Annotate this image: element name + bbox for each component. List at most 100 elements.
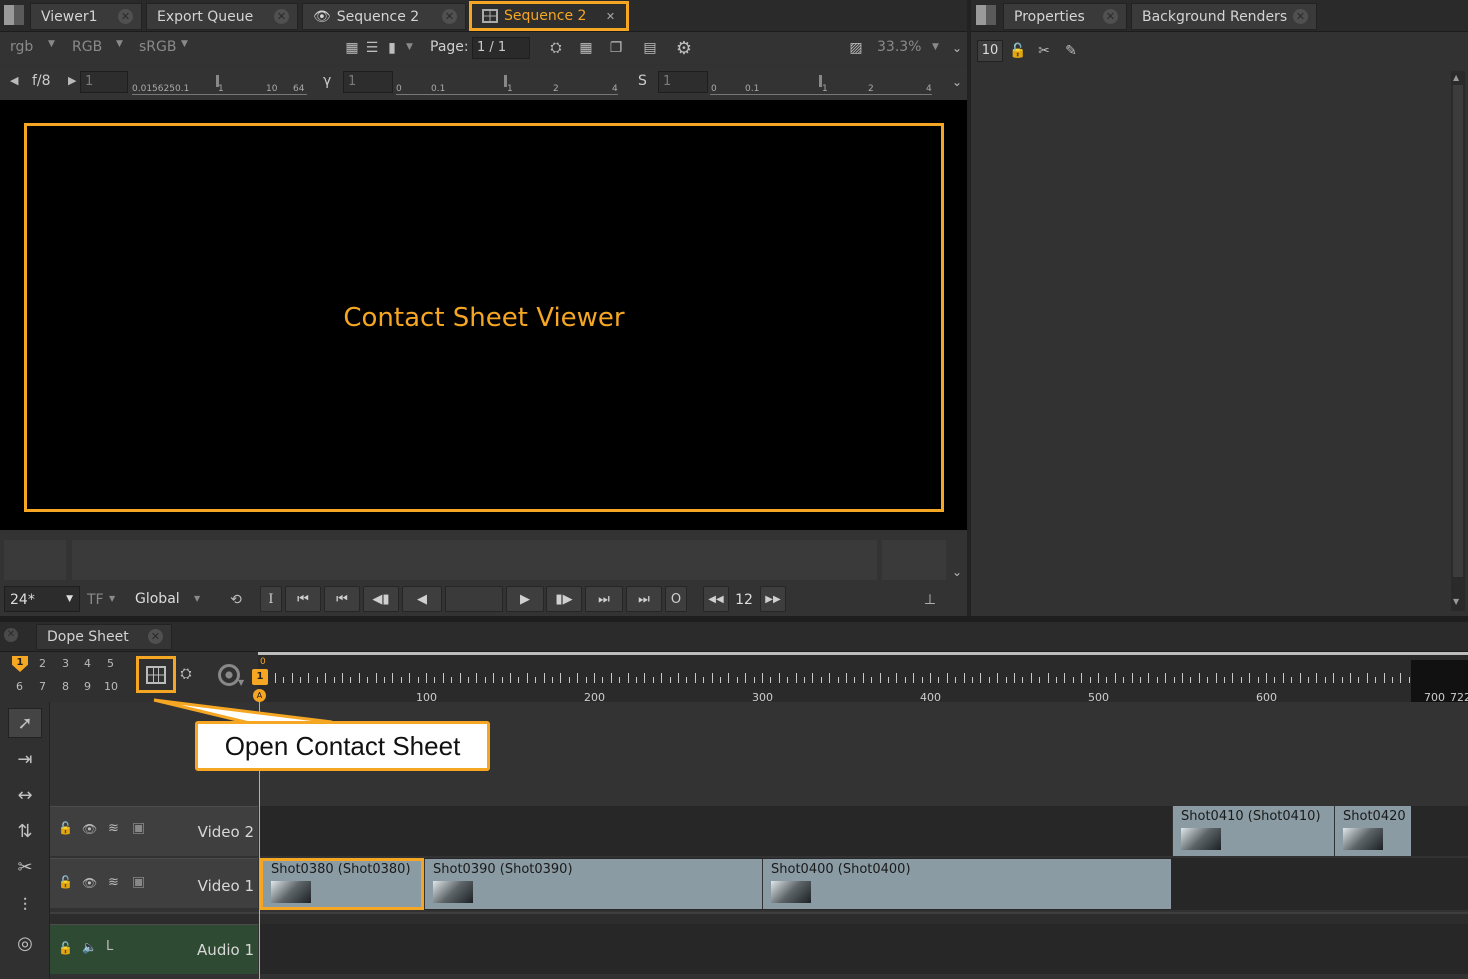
preset-9[interactable]: 9 (84, 680, 91, 693)
unlock-icon[interactable]: 🔓 (1008, 41, 1028, 61)
tab-background-renders[interactable]: Background Renders ✕ (1131, 3, 1317, 30)
pane-menu-icon[interactable] (976, 5, 996, 25)
stack-icon[interactable]: ❐ (606, 38, 626, 58)
list-icon[interactable]: ☰ (362, 38, 382, 58)
frame-icon[interactable]: ▤ (640, 38, 660, 58)
page-input[interactable]: 1 / 1 (472, 37, 530, 59)
contact-sheet-settings-icon[interactable]: ⛭ (176, 664, 196, 684)
in-point-button[interactable]: I (260, 586, 282, 612)
colorspace-dropdown[interactable]: sRGB (139, 39, 176, 55)
playhead-marker[interactable]: 1 (252, 669, 268, 685)
scope-dropdown[interactable]: Global (135, 591, 180, 607)
gear-icon[interactable]: ⚙ (674, 38, 694, 59)
grid-layout-icon[interactable]: ▦ (576, 38, 596, 58)
pencil-icon[interactable]: ✎ (1061, 41, 1081, 61)
frame-field[interactable] (445, 586, 503, 612)
tab-sequence-2-contact-sheet[interactable]: Sequence 2 ✕ (469, 1, 629, 31)
tab-properties[interactable]: Properties ✕ (1003, 3, 1127, 30)
saturation-input[interactable]: 1 (658, 71, 708, 93)
chevron-down-icon[interactable]: ▼ (406, 42, 413, 52)
play-forward-button[interactable]: ▶ (506, 586, 544, 612)
eye-icon[interactable]: 👁 (82, 876, 97, 890)
saturation-slider[interactable] (710, 71, 932, 95)
mask-icon[interactable]: ▨ (846, 38, 866, 58)
clear-panels-icon[interactable]: ✂ (1034, 41, 1054, 61)
expand-icon[interactable]: ⌄ (947, 562, 967, 582)
clip-shot0420[interactable]: Shot0420 (1334, 806, 1411, 856)
preset-7[interactable]: 7 (39, 680, 46, 693)
tab-sequence-2-viewer[interactable]: 👁 Sequence 2 ✕ (302, 3, 466, 30)
scroll-thumb[interactable] (1453, 85, 1463, 577)
blend-icon[interactable]: ▣ (132, 874, 145, 890)
tab-viewer1[interactable]: Viewer1 ✕ (30, 3, 142, 30)
max-panels-input[interactable]: 10 (977, 40, 1003, 62)
close-icon[interactable]: ✕ (4, 628, 18, 642)
select-tool[interactable]: ➚ (8, 708, 42, 738)
step-forward-button[interactable]: ▮▶ (546, 586, 582, 612)
scroll-up-icon[interactable]: ▲ (1453, 73, 1459, 82)
preset-5[interactable]: 5 (107, 657, 114, 670)
preset-10[interactable]: 10 (104, 680, 118, 693)
preset-4[interactable]: 4 (84, 657, 91, 670)
clip-shot0390[interactable]: Shot0390 (Shot0390) (424, 859, 762, 909)
timeline-ruler[interactable]: 100 200 300 400 500 600 700 722 0 1 A (252, 652, 1468, 704)
close-icon[interactable]: ✕ (1103, 9, 1118, 24)
slip-tool[interactable]: ⇅ (8, 816, 42, 846)
track-lane-audio-1[interactable] (260, 924, 1468, 974)
track-lane-video-2[interactable]: Shot0410 (Shot0410) Shot0420 (260, 806, 1468, 856)
preset-8[interactable]: 8 (62, 680, 69, 693)
previous-keyframe-button[interactable]: ⏮ (324, 586, 360, 612)
razor-tool[interactable]: ✂ (8, 852, 42, 882)
layers-icon[interactable]: ≋ (108, 821, 119, 836)
target-icon[interactable] (218, 664, 240, 686)
preset-6[interactable]: 6 (16, 680, 23, 693)
close-icon[interactable]: ✕ (118, 9, 133, 24)
go-to-start-button[interactable]: ⏮ (285, 586, 321, 612)
close-icon[interactable]: ✕ (274, 9, 289, 24)
properties-scrollbar[interactable]: ▲ ▼ (1451, 71, 1465, 611)
open-contact-sheet-button[interactable] (136, 656, 176, 693)
channel-dropdown[interactable]: L (106, 939, 113, 954)
track-lane-video-1[interactable]: Shot0380 (Shot0380) Shot0390 (Shot0390) … (260, 858, 1468, 910)
clip-shot0410[interactable]: Shot0410 (Shot0410) (1172, 806, 1334, 856)
close-icon[interactable]: ✕ (1293, 9, 1308, 24)
contact-sheet-settings-icon[interactable]: ⛭ (546, 38, 566, 58)
close-icon[interactable]: ✕ (603, 9, 618, 24)
preset-2[interactable]: 2 (39, 657, 46, 670)
gain-input[interactable]: 1 (80, 71, 128, 93)
viewer-canvas[interactable]: Contact Sheet Viewer (0, 100, 967, 530)
tab-dope-sheet[interactable]: Dope Sheet ✕ (36, 624, 172, 650)
speaker-icon[interactable]: 🔈 (82, 940, 97, 954)
expand-icon[interactable]: ⌄ (947, 72, 967, 92)
multi-track-tool[interactable]: ⫶ (8, 890, 42, 920)
lock-icon[interactable]: 🔓 (58, 941, 73, 955)
tab-export-queue[interactable]: Export Queue ✕ (146, 3, 298, 30)
blend-icon[interactable]: ▣ (132, 820, 145, 836)
preset-3[interactable]: 3 (62, 657, 69, 670)
retime-tool[interactable]: ◎ (8, 928, 42, 958)
step-forward-increment-button[interactable]: ▶▶ (760, 586, 786, 612)
track-select-tool[interactable]: ⇥ (8, 744, 42, 774)
track-header-audio-1[interactable]: 🔓 🔈 L Audio 1 (50, 924, 258, 974)
next-keyframe-button[interactable]: ⏭ (585, 586, 623, 612)
clip-shot0380[interactable]: Shot0380 (Shot0380) (260, 858, 424, 910)
pane-menu-icon[interactable] (4, 5, 24, 25)
lock-icon[interactable]: 🔓 (58, 821, 73, 835)
ripple-tool[interactable]: ↔ (8, 780, 42, 810)
scroll-down-icon[interactable]: ▼ (1453, 597, 1459, 606)
track-header-video-2[interactable]: 🔓 👁 ≋ ▣ Video 2 (50, 806, 258, 856)
clip-shot0400[interactable]: Shot0400 (Shot0400) (762, 859, 1171, 909)
close-icon[interactable]: ✕ (148, 629, 163, 644)
layout-grid-icon[interactable]: ▦ (342, 38, 362, 58)
increment-field[interactable]: 12 (731, 588, 757, 612)
out-point-button[interactable]: O (665, 586, 687, 612)
color-mode-dropdown[interactable]: RGB (72, 39, 102, 55)
step-back-increment-button[interactable]: ◀◀ (703, 586, 729, 612)
layers-icon[interactable]: ≋ (108, 875, 119, 890)
fps-dropdown[interactable]: 24* ▼ (4, 586, 80, 612)
zoom-value[interactable]: 33.3% (877, 39, 921, 55)
timeline-options-icon[interactable]: ⊥ (920, 590, 940, 610)
gamma-input[interactable]: 1 (343, 71, 393, 93)
track-header-video-1[interactable]: 🔓 👁 ≋ ▣ Video 1 (50, 858, 258, 908)
go-to-end-button[interactable]: ⏭ (626, 586, 662, 612)
